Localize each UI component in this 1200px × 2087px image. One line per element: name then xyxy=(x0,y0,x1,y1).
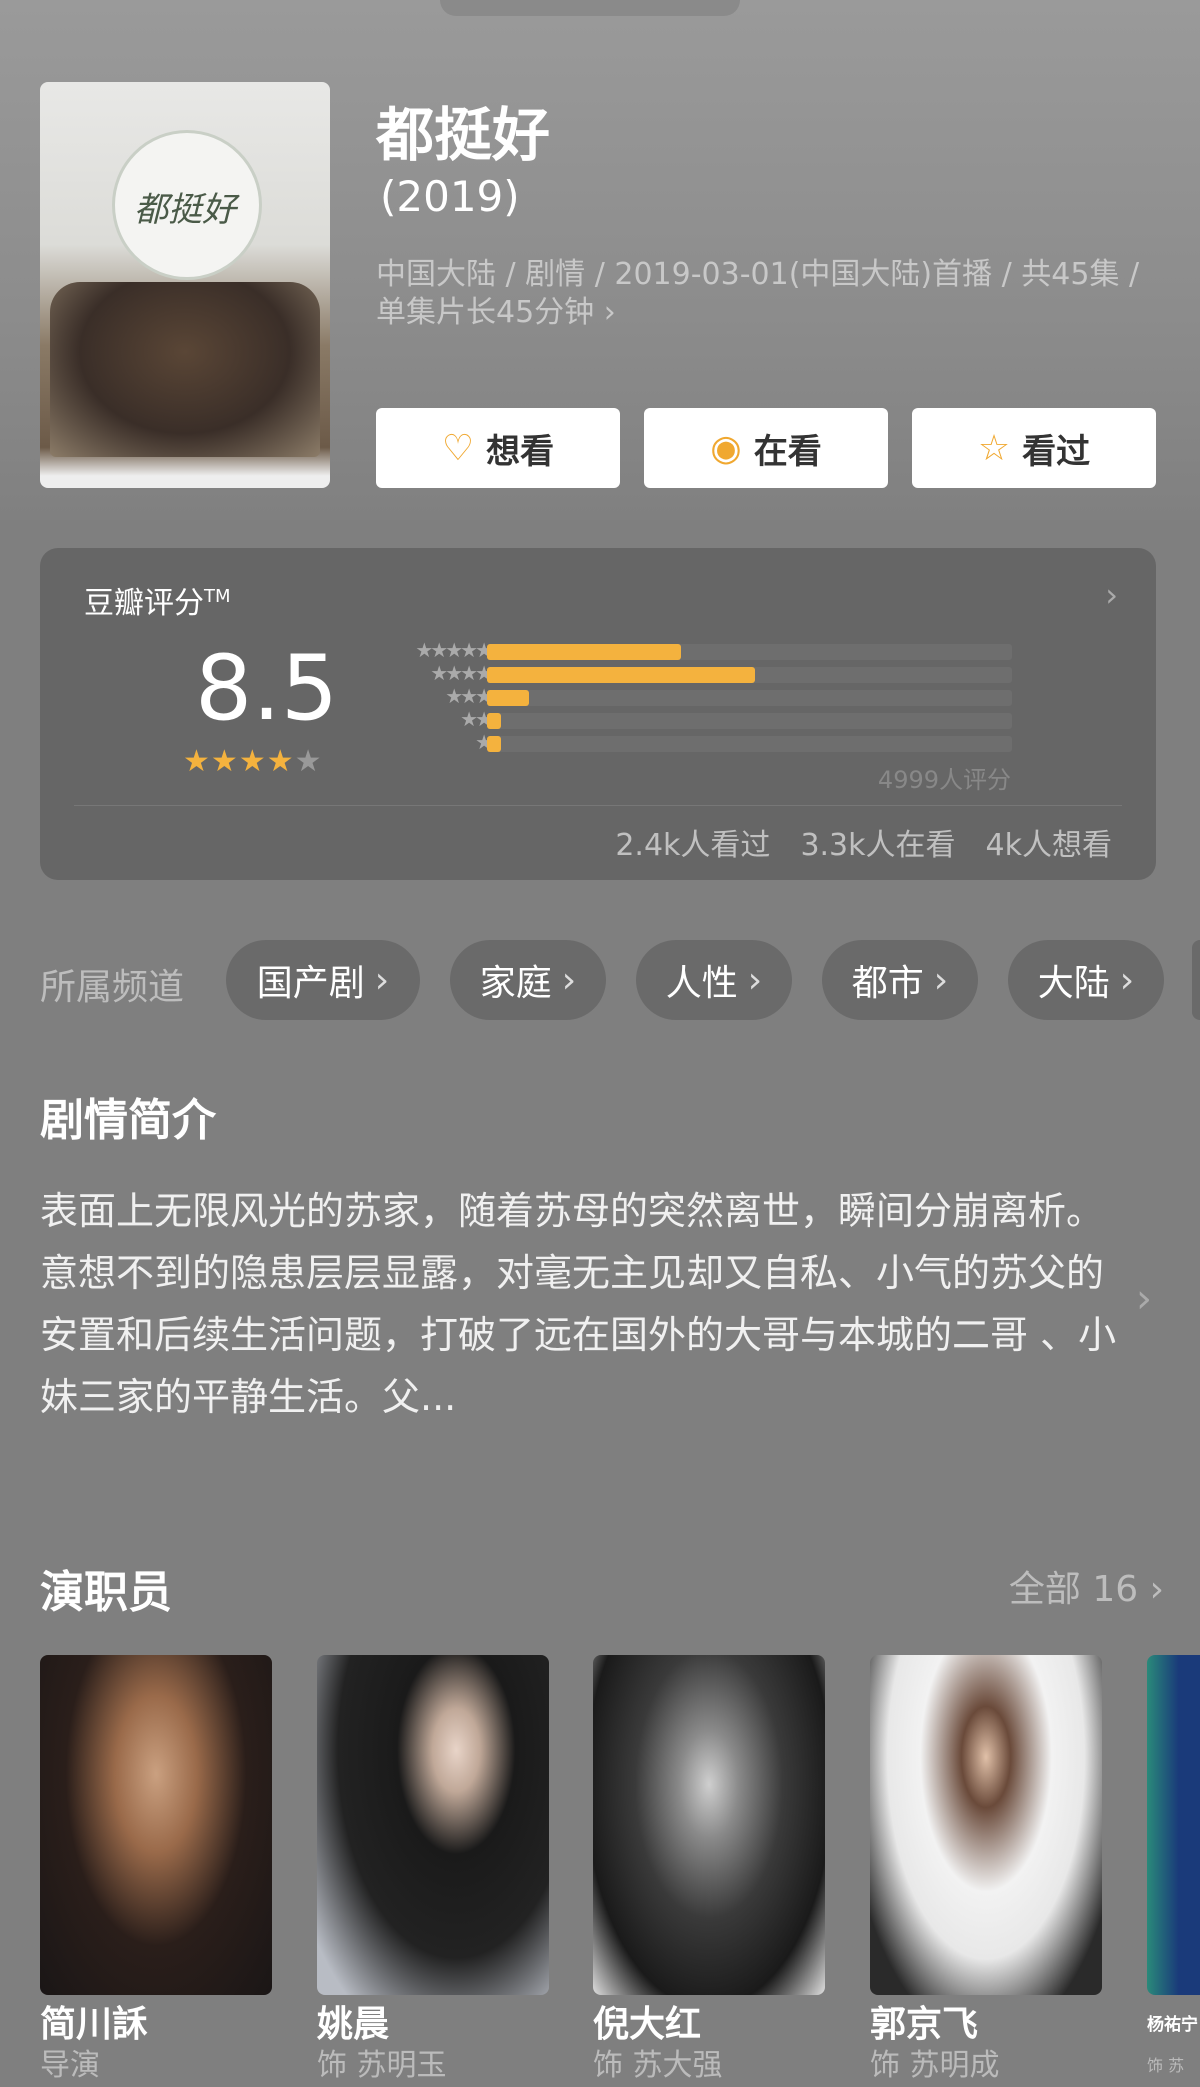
rating-card[interactable]: 豆瓣评分TM › 8.5 ★★★★★ ★★★★★ ★★★★ ★★★ ★★ ★ 4999人… xyxy=(40,548,1156,880)
synopsis-text[interactable]: 表面上无限风光的苏家，随着苏母的突然离世，瞬间分崩离析。意想不到的隐患层层显露，… xyxy=(40,1180,1120,1428)
top-bar-ghost xyxy=(440,0,740,16)
rating-bar-fill xyxy=(487,690,529,706)
chevron-right-icon: › xyxy=(933,959,949,1001)
cast-role: 饰 苏明成 xyxy=(870,2048,1000,2083)
rating-bar-track xyxy=(487,690,1012,706)
want-count[interactable]: 4k人想看 xyxy=(986,820,1112,864)
channel-pill[interactable]: 人性 › xyxy=(636,940,792,1020)
chevron-right-icon: › xyxy=(374,959,390,1001)
cast-card[interactable]: 杨祐宁饰 苏 xyxy=(1147,1655,1200,2083)
rating-bar-fill xyxy=(487,667,755,683)
audience-counts: 2.4k人看过 3.3k人在看 4k人想看 xyxy=(615,820,1112,864)
watched-button[interactable]: ☆ 看过 xyxy=(912,408,1156,488)
star-level-label: ★★★ xyxy=(445,684,493,708)
chevron-right-icon: › xyxy=(1119,959,1135,1001)
rating-stars: ★★★★★ xyxy=(183,744,323,779)
cast-photo xyxy=(317,1655,549,1995)
rating-bar-row: ★★★ xyxy=(330,684,1012,708)
watching-count[interactable]: 3.3k人在看 xyxy=(800,820,955,864)
rating-bar-track xyxy=(487,644,1012,660)
heart-plus-icon: ♡ xyxy=(441,427,475,469)
poster-image[interactable]: 都挺好 xyxy=(40,82,330,488)
cast-title: 演职员 xyxy=(40,1567,172,1618)
rating-bar-fill xyxy=(487,713,501,729)
cast-role: 饰 苏大强 xyxy=(593,2048,723,2083)
cast-photo xyxy=(40,1655,272,1995)
rating-bar-track xyxy=(487,713,1012,729)
show-year: (2019) xyxy=(380,172,520,221)
cast-name: 姚晨 xyxy=(317,2004,390,2045)
star-level-label: ★★★★ xyxy=(430,661,493,685)
cast-role: 导演 xyxy=(40,2048,100,2083)
rating-label: 豆瓣评分TM xyxy=(84,586,231,621)
star-outline-icon: ☆ xyxy=(977,427,1011,469)
chevron-right-icon: › xyxy=(747,959,763,1001)
rating-bar-row: ★★★★★ xyxy=(330,638,1012,662)
poster-title: 都挺好 xyxy=(134,190,236,230)
cast-role: 饰 苏明玉 xyxy=(317,2048,447,2083)
rating-total: 4999人评分 xyxy=(877,766,1011,794)
star-filled-icon: ★ xyxy=(210,744,239,779)
rating-bar-track xyxy=(487,667,1012,683)
rating-bar-fill xyxy=(487,736,501,752)
button-label: 看过 xyxy=(1022,431,1091,472)
rating-bar-row: ★★ xyxy=(330,707,1012,731)
cast-photo xyxy=(870,1655,1102,1995)
button-label: 在看 xyxy=(753,431,822,472)
channels-label: 所属频道 xyxy=(40,967,185,1008)
rating-bar-track xyxy=(487,736,1012,752)
rating-bar-fill xyxy=(487,644,682,660)
channel-pill[interactable]: 家庭 › xyxy=(450,940,606,1020)
cast-card[interactable]: 倪大红饰 苏大强 xyxy=(593,1655,825,2083)
star-filled-icon: ★ xyxy=(183,744,211,779)
cast-card[interactable]: 简川訸 导演 xyxy=(40,1655,272,2083)
rating-bar-row: ★ xyxy=(330,730,1012,754)
star-level-label: ★★ xyxy=(460,707,493,731)
chevron-right-icon[interactable]: › xyxy=(1105,576,1118,614)
watching-button[interactable]: ◉ 在看 xyxy=(644,408,888,488)
channel-pill[interactable]: 国产剧 › xyxy=(226,940,420,1020)
show-meta-link[interactable]: 中国大陆 / 剧情 / 2019-03-01(中国大陆)首播 / 共45集 / … xyxy=(376,256,1156,332)
channel-pill[interactable]: 大陆 › xyxy=(1008,940,1164,1020)
cast-card[interactable]: 姚晨饰 苏明玉 xyxy=(317,1655,549,2083)
channel-pill-overflow[interactable] xyxy=(1192,940,1200,1020)
rating-score: 8.5 xyxy=(195,636,339,741)
cast-photo xyxy=(1147,1655,1200,1995)
star-filled-icon: ★ xyxy=(266,744,295,779)
button-label: 想看 xyxy=(486,431,555,472)
show-title: 都挺好 xyxy=(376,101,551,169)
cast-role: 饰 苏 xyxy=(1147,2056,1185,2075)
watched-count[interactable]: 2.4k人看过 xyxy=(615,820,770,864)
cast-name: 简川訸 xyxy=(40,2004,149,2045)
rating-bar-row: ★★★★ xyxy=(330,661,1012,685)
poster-cast-photo xyxy=(50,282,320,457)
chevron-right-icon[interactable]: › xyxy=(1136,1276,1152,1322)
cast-card[interactable]: 郭京飞饰 苏明成 xyxy=(870,1655,1102,2083)
chevron-right-icon: › xyxy=(561,959,577,1001)
star-filled-icon: ★ xyxy=(238,744,267,779)
cast-name: 倪大红 xyxy=(593,2004,702,2045)
star-level-label: ★★★★★ xyxy=(415,638,493,662)
cast-name: 郭京飞 xyxy=(870,2004,979,2045)
view-all-cast-link[interactable]: 全部 16 › xyxy=(1009,1560,1164,1612)
cast-photo xyxy=(593,1655,825,1995)
star-empty-icon: ★ xyxy=(294,744,323,779)
cast-name: 杨祐宁 xyxy=(1147,2015,1198,2035)
want-to-watch-button[interactable]: ♡ 想看 xyxy=(376,408,620,488)
channel-pill[interactable]: 都市 › xyxy=(822,940,978,1020)
target-icon: ◉ xyxy=(710,427,742,469)
divider xyxy=(74,805,1122,806)
synopsis-title: 剧情简介 xyxy=(40,1095,216,1146)
